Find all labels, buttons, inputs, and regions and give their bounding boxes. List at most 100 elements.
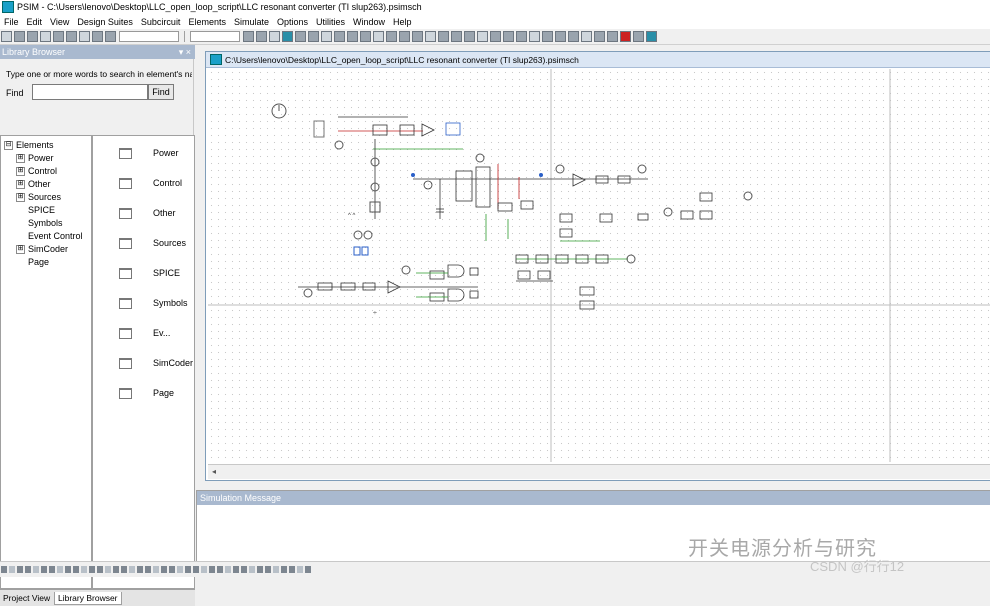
run-simulation-icon[interactable] [607, 31, 618, 42]
meter-icon[interactable] [503, 31, 514, 42]
tab-library-browser[interactable]: Library Browser [54, 592, 122, 605]
select-icon[interactable] [282, 31, 293, 42]
param-sweep-icon[interactable] [542, 31, 553, 42]
square-wave-icon[interactable] [217, 566, 223, 573]
subcircuit-icon[interactable] [257, 566, 263, 573]
dc-source-icon[interactable] [57, 566, 63, 573]
unit-delay-icon[interactable] [201, 566, 207, 573]
expand-icon[interactable]: ⊞ [16, 154, 25, 164]
source-symbol[interactable] [743, 191, 753, 201]
source-symbol[interactable] [334, 140, 344, 150]
switch-controller-icon[interactable] [185, 566, 191, 573]
component-block[interactable] [313, 120, 325, 138]
comparator-icon[interactable] [81, 566, 87, 573]
menu-help[interactable]: Help [389, 17, 416, 27]
voltmeter-icon[interactable] [555, 164, 565, 174]
schematic-canvas[interactable]: ^ ^ ÷ [208, 69, 990, 462]
stop-simulation-icon[interactable] [620, 31, 631, 42]
voltage-probe-icon[interactable] [145, 566, 151, 573]
more-elements-icon[interactable] [305, 566, 311, 573]
menu-options[interactable]: Options [273, 17, 312, 27]
redo-icon[interactable] [105, 31, 116, 42]
and-gate-icon[interactable] [113, 566, 119, 573]
c-block-icon[interactable] [249, 566, 255, 573]
netlist-icon[interactable] [477, 31, 488, 42]
tree-item-symbols[interactable]: Symbols [28, 218, 63, 228]
param-file-icon[interactable] [289, 566, 295, 573]
probe-icon[interactable] [490, 31, 501, 42]
or-gate-icon[interactable] [121, 566, 127, 573]
rotate-icon[interactable] [334, 31, 345, 42]
print-icon[interactable] [40, 31, 51, 42]
new-file-icon[interactable] [1, 31, 12, 42]
expand-icon[interactable]: ⊞ [16, 245, 25, 255]
source-symbol[interactable] [303, 288, 313, 298]
voltmeter-icon[interactable] [161, 566, 167, 573]
element-list-icon[interactable] [412, 31, 423, 42]
tab-project-view[interactable]: Project View [0, 592, 53, 604]
zoh-icon[interactable] [193, 566, 199, 573]
inductor-icon[interactable] [9, 566, 15, 573]
source-symbol[interactable] [626, 254, 636, 264]
const-icon[interactable] [241, 566, 247, 573]
expand-icon[interactable]: ⊞ [16, 180, 25, 190]
zoom-combo[interactable] [190, 31, 240, 42]
snap-icon[interactable] [386, 31, 397, 42]
tree-item-spice[interactable]: SPICE [28, 205, 55, 215]
subcircuit-icon[interactable] [451, 31, 462, 42]
mirror-icon[interactable] [360, 31, 371, 42]
voltmeter-icon[interactable] [475, 153, 485, 163]
text-icon[interactable] [321, 31, 332, 42]
current-probe-icon[interactable] [581, 31, 592, 42]
find-button[interactable]: Find [148, 84, 174, 100]
tree-item-event-control[interactable]: Event Control [28, 231, 83, 241]
tree-item-other[interactable]: ⊞ Other [16, 179, 51, 190]
menu-simulate[interactable]: Simulate [230, 17, 273, 27]
collapse-icon[interactable]: ⊟ [4, 141, 13, 151]
parameter-icon[interactable] [425, 31, 436, 42]
igbt-icon[interactable] [41, 566, 47, 573]
transformer-icon[interactable] [49, 566, 55, 573]
fit-icon[interactable] [269, 31, 280, 42]
library-icon[interactable] [438, 31, 449, 42]
expand-icon[interactable]: ⊞ [16, 167, 25, 177]
llc-power-stage[interactable] [413, 164, 553, 241]
not-gate-icon[interactable] [129, 566, 135, 573]
text-icon[interactable] [281, 566, 287, 573]
flip-icon[interactable] [347, 31, 358, 42]
grid-icon[interactable] [399, 31, 410, 42]
paste-icon[interactable] [79, 31, 90, 42]
help-icon[interactable] [646, 31, 657, 42]
find-input[interactable] [32, 84, 148, 100]
tree-item-power[interactable]: ⊞ Power [16, 153, 54, 164]
label-icon[interactable] [308, 31, 319, 42]
menu-utilities[interactable]: Utilities [312, 17, 349, 27]
voltage-probe-icon[interactable] [568, 31, 579, 42]
panel-close-icon[interactable]: ▾ × [179, 47, 195, 58]
probe-symbol[interactable] [353, 246, 361, 256]
tree-item-control[interactable]: ⊞ Control [16, 166, 57, 177]
tree-item-elements[interactable]: ⊟ Elements [4, 140, 54, 151]
element-combo[interactable] [119, 31, 179, 42]
copy-icon[interactable] [66, 31, 77, 42]
scroll-left-icon[interactable]: ◂ [212, 467, 216, 476]
tree-item-page[interactable]: Page [28, 257, 49, 267]
gate-driver-circuit[interactable] [338, 116, 463, 219]
capacitor-icon[interactable] [17, 566, 23, 573]
menu-design-suites[interactable]: Design Suites [73, 17, 137, 27]
horizontal-scrollbar[interactable]: ◂ [208, 464, 990, 479]
ground-icon[interactable] [594, 31, 605, 42]
logic-chain-circuit[interactable] [515, 254, 628, 310]
menu-file[interactable]: File [0, 17, 23, 27]
ac-source-icon[interactable] [65, 566, 71, 573]
menu-elements[interactable]: Elements [184, 17, 230, 27]
zoom-out-icon[interactable] [256, 31, 267, 42]
triangle-wave-icon[interactable] [225, 566, 231, 573]
scope-icon[interactable] [516, 31, 527, 42]
source-symbol[interactable] [353, 230, 363, 240]
current-probe-icon[interactable] [153, 566, 159, 573]
diode-icon[interactable] [25, 566, 31, 573]
ac-sweep-icon[interactable] [529, 31, 540, 42]
pwm-logic-circuit[interactable] [298, 264, 479, 302]
menu-view[interactable]: View [46, 17, 73, 27]
